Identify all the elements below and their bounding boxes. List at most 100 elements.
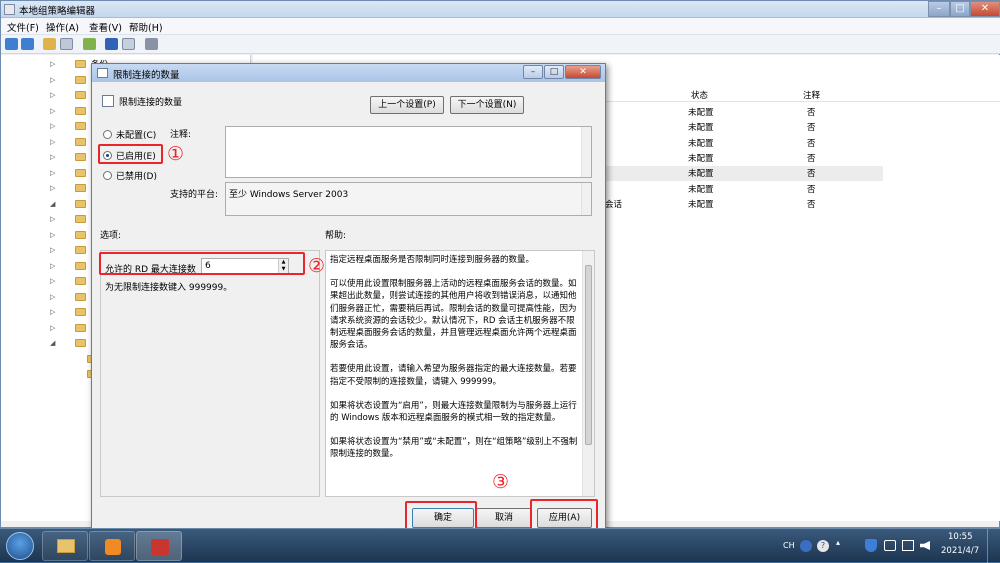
annotation-step-2: ②	[308, 255, 326, 277]
menu-help[interactable]: 帮助(H)	[129, 20, 163, 34]
folder-icon	[75, 168, 86, 177]
cancel-button[interactable]: 取消	[476, 508, 532, 528]
folder-icon	[75, 199, 86, 208]
tree-expander-icon[interactable]: ◢	[50, 200, 55, 208]
column-comment[interactable]: 注释	[803, 89, 820, 101]
help-tray-icon[interactable]: ?	[817, 540, 829, 552]
tree-expander-icon[interactable]: ▷	[50, 91, 55, 99]
row-comment: 否	[807, 199, 816, 210]
tree-expander-icon[interactable]: ▷	[50, 231, 55, 239]
folder-icon	[75, 292, 86, 301]
tree-expander-icon[interactable]: ▷	[50, 122, 55, 130]
action-center-icon[interactable]	[884, 540, 896, 551]
tree-expander-icon[interactable]: ▷	[50, 153, 55, 161]
tree-expander-icon[interactable]: ▷	[50, 169, 55, 177]
export-list-icon[interactable]	[83, 38, 96, 50]
tree-expander-icon[interactable]: ▷	[50, 76, 55, 84]
volume-icon[interactable]	[920, 541, 930, 550]
show-hide-tree-icon[interactable]	[60, 38, 73, 50]
gpedit-taskbar-icon[interactable]	[136, 531, 182, 561]
dialog-minimize-button[interactable]: –	[523, 65, 543, 79]
folder-icon	[57, 539, 75, 553]
help-scroll-thumb[interactable]	[585, 265, 592, 445]
language-indicator[interactable]: CH	[783, 541, 795, 550]
options-label: 选项:	[100, 231, 122, 241]
radio-disabled-label: 已禁用(D)	[116, 172, 157, 182]
menu-view[interactable]: 查看(V)	[89, 20, 122, 34]
row-comment: 否	[807, 169, 816, 180]
radio-disabled[interactable]	[103, 171, 112, 180]
clock-date[interactable]: 2021/4/7	[941, 546, 979, 556]
clock-time[interactable]: 10:55	[948, 532, 973, 542]
setting-name: 限制连接的数量	[119, 98, 183, 108]
help-paragraph-3: 若要使用此设置，请输入希望为服务器指定的最大连接数量。若要指定不受限制的连接数量…	[330, 364, 577, 387]
next-setting-button[interactable]: 下一个设置(N)	[450, 96, 524, 114]
platform-scrollbar[interactable]	[581, 183, 591, 215]
forward-arrow-icon[interactable]	[21, 38, 34, 50]
row-comment: 否	[807, 108, 816, 118]
column-state[interactable]: 状态	[691, 89, 708, 101]
dialog-maximize-button[interactable]: □	[544, 65, 564, 79]
taskbar: CH ? ▴ 10:55 2021/4/7	[0, 528, 1000, 563]
show-desktop-button[interactable]	[987, 529, 1000, 563]
back-arrow-icon[interactable]	[5, 38, 18, 50]
tree-expander-icon[interactable]: ▷	[50, 215, 55, 223]
row-comment: 否	[807, 138, 816, 149]
radio-not-configured[interactable]	[103, 130, 112, 139]
tree-expander-icon[interactable]: ▷	[50, 308, 55, 316]
radio-not-configured-label: 未配置(C)	[116, 131, 157, 141]
maximize-button[interactable]: □	[950, 1, 970, 17]
folder-icon	[75, 106, 86, 115]
up-folder-icon[interactable]	[43, 38, 56, 50]
tree-expander-icon[interactable]: ▷	[50, 184, 55, 192]
comment-textarea[interactable]	[225, 126, 592, 178]
folder-icon	[75, 122, 86, 130]
properties-icon[interactable]	[122, 38, 135, 50]
tree-expander-icon[interactable]: ◢	[50, 339, 55, 347]
row-comment: 否	[807, 123, 816, 134]
tree-expander-icon[interactable]: ▷	[50, 324, 55, 332]
row-comment: 否	[807, 153, 816, 164]
folder-icon	[75, 261, 86, 270]
play-icon	[105, 539, 121, 555]
platform-box: 至少 Windows Server 2003	[225, 182, 592, 216]
tree-expander-icon[interactable]: ▷	[50, 60, 55, 68]
folder-icon	[75, 184, 86, 192]
dialog-close-button[interactable]: ✕	[565, 65, 601, 79]
toolbox-icon	[151, 539, 169, 555]
gpedit-app-icon	[4, 4, 15, 15]
dialog-title-bar: 限制连接的数量 – □ ✕	[92, 64, 605, 82]
tree-expander-icon[interactable]: ▷	[50, 246, 55, 254]
explorer-taskbar-icon[interactable]	[42, 531, 88, 561]
highlight-max-connections-box	[99, 252, 305, 275]
tree-expander-icon[interactable]: ▷	[50, 262, 55, 270]
tree-expander-icon[interactable]: ▷	[50, 293, 55, 301]
toolbar	[1, 35, 1000, 54]
media-player-taskbar-icon[interactable]	[89, 531, 135, 561]
menu-file[interactable]: 文件(F)	[7, 20, 39, 34]
menu-action[interactable]: 操作(A)	[46, 20, 79, 34]
highlight-enabled-box	[98, 144, 163, 164]
row-state: 未配置	[688, 138, 714, 149]
help-paragraph-5: 如果将状态设置为“禁用”或“未配置”，则在“组策略”级别上不强制限制连接的数量。	[330, 437, 578, 460]
tree-expander-icon[interactable]: ▷	[50, 138, 55, 146]
minimize-button[interactable]: –	[928, 1, 950, 17]
tree-expander-icon[interactable]: ▷	[50, 107, 55, 115]
network-icon[interactable]	[902, 540, 914, 551]
comment-scrollbar[interactable]	[581, 127, 591, 177]
ime-icon[interactable]	[800, 540, 812, 552]
help-paragraph-4: 如果将状态设置为“启用”，则最大连接数量限制为与服务器上运行的 Windows …	[330, 400, 577, 424]
help-scrollbar[interactable]	[582, 251, 594, 496]
tree-expander-icon[interactable]: ▷	[50, 277, 55, 285]
previous-setting-button[interactable]: 上一个设置(P)	[370, 96, 444, 114]
filter-icon[interactable]	[145, 38, 158, 50]
row-state: 未配置	[688, 169, 714, 180]
help-icon[interactable]	[105, 38, 118, 50]
platform-value: 至少 Windows Server 2003	[229, 190, 349, 200]
help-pane: 指定远程桌面服务是否限制同时连接到服务器的数量。 可以使用此设置限制服务器上活动…	[325, 250, 595, 497]
start-button[interactable]	[6, 532, 34, 560]
close-button[interactable]: ✕	[970, 1, 1000, 17]
tray-expand-icon[interactable]: ▴	[836, 538, 840, 547]
policy-icon	[97, 68, 108, 78]
shield-icon[interactable]	[865, 539, 877, 552]
